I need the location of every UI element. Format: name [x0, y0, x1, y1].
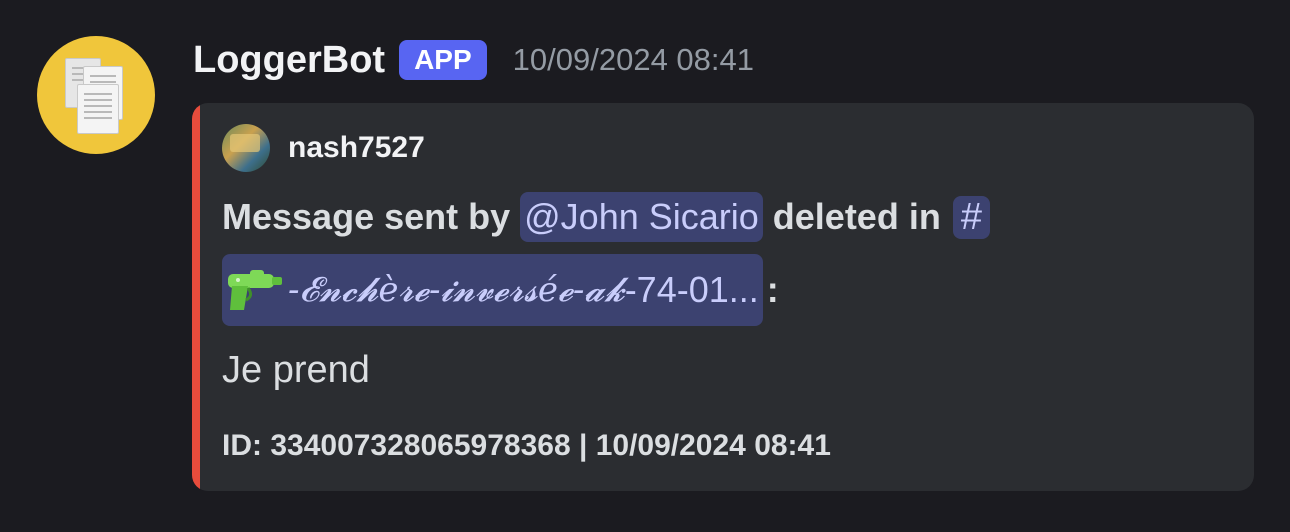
app-badge: APP	[399, 40, 487, 80]
bot-message: LoggerBot APP 10/09/2024 08:41 nash7527 …	[0, 0, 1290, 532]
channel-name-styled: -𝓔𝓷𝓬𝓱è𝓻𝓮-𝓲𝓷𝓿𝓮𝓻𝓼é𝓮-𝓪𝓴	[288, 270, 625, 310]
title-suffix: :	[766, 269, 779, 310]
embed-title-channel: -𝓔𝓷𝓬𝓱è𝓻𝓮-𝓲𝓷𝓿𝓮𝓻𝓼é𝓮-𝓪𝓴 -74-01... :	[222, 254, 779, 326]
user-mention[interactable]: @John Sicario	[520, 192, 763, 242]
title-prefix: Message sent by	[222, 196, 511, 237]
embed-author-avatar	[222, 124, 270, 172]
embed-author-name: nash7527	[288, 131, 425, 164]
bot-username[interactable]: LoggerBot	[193, 39, 385, 82]
embed-author: nash7527	[222, 123, 425, 173]
message-timestamp[interactable]: 10/09/2024 08:41	[513, 42, 754, 78]
message-header: LoggerBot APP 10/09/2024 08:41	[193, 30, 754, 90]
embed-accent-bar	[192, 103, 200, 491]
channel-name-rest: -74-01...	[624, 269, 759, 310]
embed-footer: ID: 334007328065978368 | 10/09/2024 08:4…	[222, 429, 831, 462]
water-pistol-icon	[228, 270, 282, 310]
embed-description: Je prend	[222, 349, 370, 391]
title-middle: deleted in	[772, 196, 941, 237]
bot-avatar[interactable]	[37, 36, 155, 154]
embed-title: Message sent by @John Sicario deleted in…	[222, 189, 990, 245]
message-embed: nash7527 Message sent by @John Sicario d…	[192, 103, 1254, 491]
channel-hash-icon[interactable]: #	[952, 195, 990, 239]
channel-mention[interactable]: -𝓔𝓷𝓬𝓱è𝓻𝓮-𝓲𝓷𝓿𝓮𝓻𝓼é𝓮-𝓪𝓴 -74-01...	[222, 254, 763, 326]
